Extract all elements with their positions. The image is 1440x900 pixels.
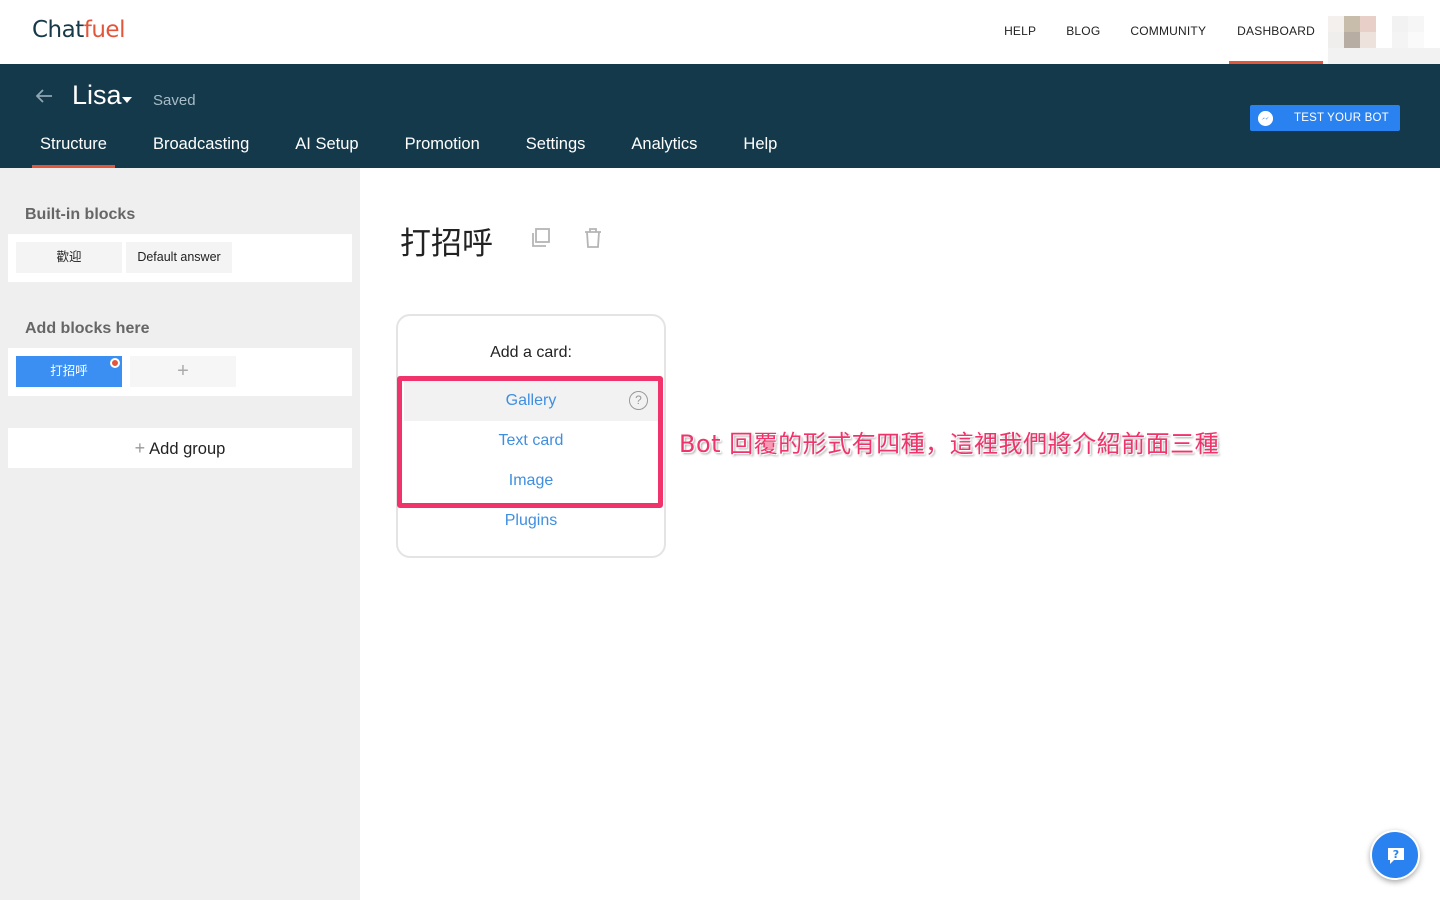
add-group-button[interactable]: + Add group xyxy=(8,428,352,468)
custom-blocks-title: Add blocks here xyxy=(25,320,150,337)
card-option-gallery[interactable]: Gallery ? xyxy=(404,381,658,421)
tab-structure[interactable]: Structure xyxy=(32,128,115,168)
card-option-text-card[interactable]: Text card xyxy=(404,421,658,461)
plus-icon: + xyxy=(134,438,146,458)
top-navbar: Chatfuel HELP BLOG COMMUNITY DASHBOARD xyxy=(0,0,1440,64)
unsaved-dot-icon xyxy=(110,358,120,368)
card-option-image[interactable]: Image xyxy=(404,461,658,501)
tab-promotion[interactable]: Promotion xyxy=(397,128,488,168)
save-status: Saved xyxy=(153,92,196,109)
test-your-bot-button[interactable]: TEST YOUR BOT xyxy=(1250,105,1400,131)
help-icon[interactable]: ? xyxy=(629,391,648,410)
custom-blocks-panel: 打招呼 + xyxy=(8,348,352,396)
add-group-label: Add group xyxy=(149,440,226,458)
nav-link-blog[interactable]: BLOG xyxy=(1051,0,1115,64)
nav-link-help[interactable]: HELP xyxy=(989,0,1051,64)
chat-question-icon: ? xyxy=(1388,848,1404,864)
bot-header: Lisa Saved TEST YOUR BOT Structure Broad… xyxy=(0,64,1440,168)
block-chip-greeting-label: 打招呼 xyxy=(50,364,88,378)
tab-ai-setup[interactable]: AI Setup xyxy=(287,128,366,168)
annotation-text: Bot 回覆的形式有四種，這裡我們將介紹前面三種 xyxy=(679,430,1220,458)
messenger-icon xyxy=(1258,111,1273,126)
add-card-title: Add a card: xyxy=(490,344,572,361)
logo-text-chat: Chat xyxy=(32,17,84,43)
tab-analytics[interactable]: Analytics xyxy=(623,128,705,168)
tab-broadcasting[interactable]: Broadcasting xyxy=(145,128,257,168)
block-chip-default-answer[interactable]: Default answer xyxy=(126,242,232,273)
back-arrow-icon[interactable] xyxy=(34,86,54,106)
svg-text:?: ? xyxy=(1393,848,1399,861)
builtin-blocks-title: Built-in blocks xyxy=(25,206,136,223)
block-chip-greeting[interactable]: 打招呼 xyxy=(16,356,122,387)
blocks-sidebar: Built-in blocks 歡迎 Default answer Add bl… xyxy=(0,168,360,900)
test-your-bot-label: TEST YOUR BOT xyxy=(1294,112,1389,124)
builtin-blocks-panel: 歡迎 Default answer xyxy=(8,234,352,282)
top-links: HELP BLOG COMMUNITY DASHBOARD xyxy=(989,0,1323,64)
card-option-gallery-label: Gallery xyxy=(505,392,557,409)
chatfuel-logo[interactable]: Chatfuel xyxy=(32,17,125,43)
tab-settings[interactable]: Settings xyxy=(518,128,594,168)
logo-text-fuel: fuel xyxy=(83,17,126,43)
nav-link-dashboard[interactable]: DASHBOARD xyxy=(1229,0,1323,64)
support-chat-button[interactable]: ? xyxy=(1370,830,1420,880)
block-title[interactable]: 打招呼 xyxy=(400,218,493,263)
card-option-plugins[interactable]: Plugins xyxy=(404,501,658,541)
user-avatar[interactable] xyxy=(1328,16,1440,64)
tab-help[interactable]: Help xyxy=(735,128,785,168)
add-card-menu: Add a card: Gallery ? Text card Image Pl… xyxy=(396,314,666,558)
chevron-down-icon[interactable] xyxy=(122,97,132,103)
block-chip-welcome[interactable]: 歡迎 xyxy=(16,242,122,273)
add-block-button[interactable]: + xyxy=(130,356,236,387)
trash-icon[interactable] xyxy=(583,227,603,249)
bot-name[interactable]: Lisa xyxy=(72,80,122,111)
bot-tabs: Structure Broadcasting AI Setup Promotio… xyxy=(32,128,815,168)
nav-link-community[interactable]: COMMUNITY xyxy=(1115,0,1221,64)
copy-icon[interactable] xyxy=(530,227,552,249)
